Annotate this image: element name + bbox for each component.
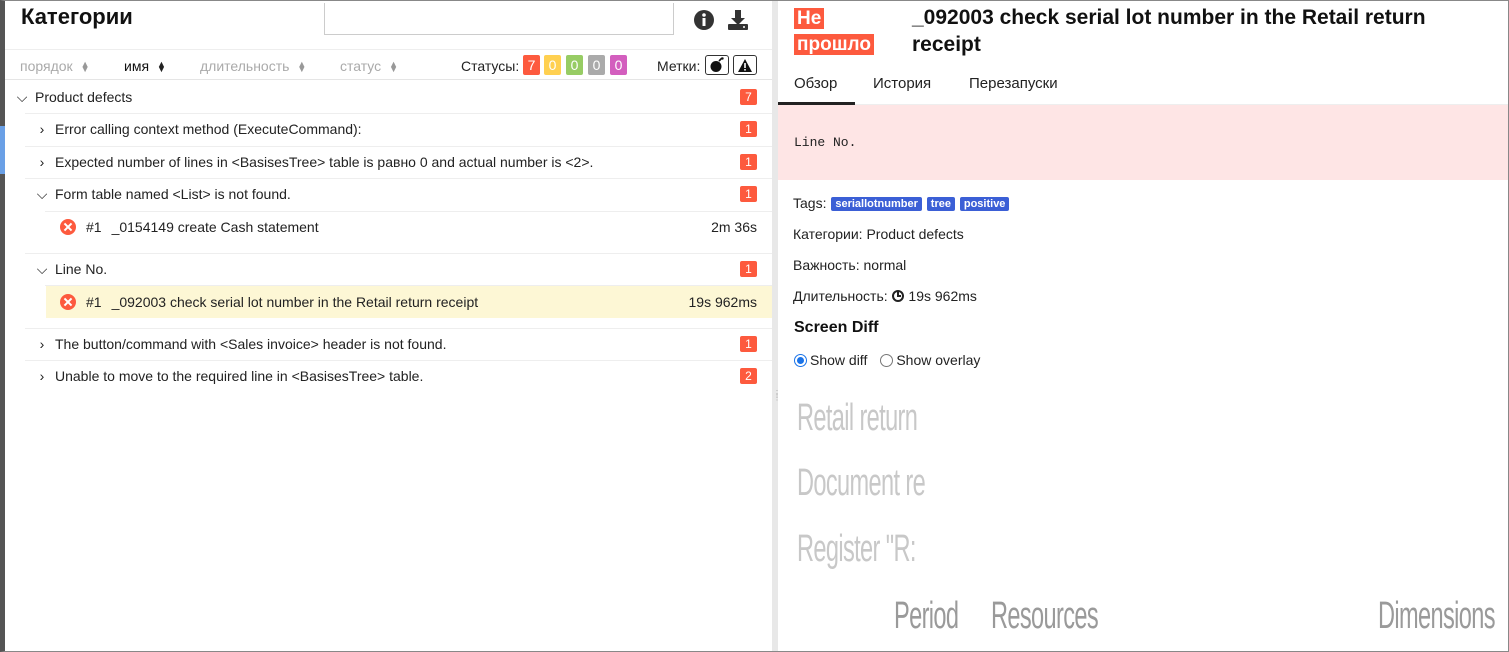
status-filter-skipped[interactable]: 0 — [588, 55, 605, 75]
tree-node-label: The button/command with <Sales invoice> … — [55, 336, 447, 352]
count-badge: 1 — [740, 186, 757, 202]
show-overlay-label[interactable]: Show overlay — [896, 352, 980, 368]
count-badge: 1 — [740, 261, 757, 277]
bomb-icon — [710, 57, 724, 72]
show-diff-radio[interactable] — [794, 353, 807, 367]
drag-handle-icon[interactable]: ⋮ ⋮ — [773, 390, 781, 422]
test-duration: 19s 962ms — [688, 294, 757, 310]
details-tabs: Обзор История Перезапуски — [778, 65, 1508, 105]
show-overlay-radio[interactable] — [880, 353, 894, 367]
mark-warning-button[interactable] — [733, 55, 757, 75]
failed-status-icon — [60, 294, 76, 310]
diff-image-text: Document re — [797, 462, 926, 504]
test-name: _0154149 create Cash statement — [111, 219, 319, 235]
clock-icon — [891, 290, 904, 302]
chevron-down-icon: ⌵ — [36, 185, 48, 202]
marks-label: Метки: — [657, 58, 701, 74]
category-line: Категории: Product defects — [793, 226, 964, 242]
test-details-pane: Не прошло _092003 check serial lot numbe… — [778, 1, 1508, 651]
sort-arrows-icon: ▲ ▼ — [80, 59, 90, 75]
tags-line: Tags: seriallotnumber tree positive — [793, 195, 1010, 211]
test-duration: 2m 36s — [711, 219, 757, 235]
mark-flaky-button[interactable] — [705, 55, 729, 75]
sort-duration[interactable]: длительность ▲ ▼ — [200, 58, 306, 74]
selection-indicator — [0, 126, 5, 174]
search-input[interactable] — [324, 3, 674, 35]
tree-root-product-defects[interactable]: ⌵ Product defects 7 — [13, 81, 772, 113]
count-badge: 1 — [740, 154, 757, 170]
sort-order[interactable]: порядок ▲ ▼ — [20, 58, 90, 74]
warning-icon — [738, 58, 752, 72]
sort-status[interactable]: статус ▲ ▼ — [340, 58, 398, 74]
show-diff-label[interactable]: Show diff — [810, 352, 867, 368]
test-number: #1 — [86, 294, 102, 310]
status-filter-broken[interactable]: 0 — [544, 55, 561, 75]
count-badge: 1 — [740, 336, 757, 352]
statuses-label: Статусы: — [461, 58, 520, 74]
test-title: _092003 check serial lot number in the R… — [912, 6, 1426, 56]
duration-label: Длительность: — [793, 288, 888, 304]
diff-image-text: Resources — [991, 595, 1099, 637]
page-title: Категории — [21, 4, 133, 29]
sort-bar: порядок ▲ ▼ имя ▲ ▼ длительность ▲ ▼ статус ▲ ▼ … — [5, 49, 772, 80]
tree-node-label: Form table named <List> is not found. — [55, 186, 291, 202]
tree-group[interactable]: › Expected number of lines in <BasisesTr… — [33, 146, 772, 178]
screen-diff-title: Screen Diff — [794, 319, 879, 336]
diff-image-text: Retail return — [797, 397, 918, 439]
tab-overview[interactable]: Обзор — [794, 75, 837, 92]
status-badge: Не прошло — [794, 6, 878, 58]
test-name: _092003 check serial lot number in the R… — [111, 294, 479, 310]
sort-name[interactable]: имя ▲ ▼ — [124, 58, 166, 74]
tag-badge: positive — [959, 197, 1010, 211]
chevron-down-icon: ⌵ — [36, 260, 48, 277]
test-result-row-selected[interactable]: #1 _092003 check serial lot number in th… — [46, 286, 772, 318]
tags-label: Tags: — [793, 195, 827, 211]
sort-arrows-icon: ▲ ▼ — [389, 59, 399, 75]
status-filter-failed[interactable]: 7 — [523, 55, 540, 75]
tag-badge: seriallotnumber — [831, 197, 922, 211]
sort-arrows-icon: ▲ ▼ — [297, 59, 307, 75]
count-badge: 7 — [740, 89, 757, 105]
status-filter-unknown[interactable]: 0 — [610, 55, 627, 75]
chevron-right-icon: › — [39, 121, 45, 137]
test-number: #1 — [86, 219, 102, 235]
error-message: Line No. — [794, 135, 857, 150]
tag-badge: tree — [926, 197, 955, 211]
count-badge: 1 — [740, 121, 757, 137]
tab-history[interactable]: История — [873, 75, 931, 92]
tree-group[interactable]: ⌵ Form table named <List> is not found. … — [33, 178, 772, 210]
diff-mode-selector: Show diff Show overlay — [794, 352, 980, 368]
diff-image-text: Register "R: — [797, 528, 916, 570]
failed-status-icon — [60, 219, 76, 235]
chevron-right-icon: › — [39, 154, 45, 170]
chevron-down-icon: ⌵ — [16, 88, 28, 105]
severity-line: Важность: normal — [793, 257, 907, 273]
tree-group[interactable]: ⌵ Line No. 1 — [33, 253, 772, 285]
tree-node-label: Line No. — [55, 261, 108, 277]
download-icon[interactable] — [727, 9, 749, 31]
tree-group[interactable]: › Unable to move to the required line in… — [33, 360, 772, 392]
chevron-right-icon: › — [39, 368, 45, 384]
diff-image-text: Period — [894, 595, 959, 637]
diff-image-text: Dimensions — [1378, 595, 1496, 637]
error-message-box: Line No. — [778, 105, 1508, 180]
info-icon[interactable] — [693, 9, 715, 31]
categories-header: Категории — [5, 1, 772, 49]
tree-group[interactable]: › Error calling context method (ExecuteC… — [33, 113, 772, 145]
status-filter-passed[interactable]: 0 — [566, 55, 583, 75]
tree-group[interactable]: › The button/command with <Sales invoice… — [33, 328, 772, 360]
tab-retries[interactable]: Перезапуски — [969, 75, 1058, 92]
tree-node-label: Expected number of lines in <BasisesTree… — [55, 154, 594, 170]
duration-line: Длительность: 19s 962ms — [793, 288, 977, 304]
tree-node-label: Error calling context method (ExecuteCom… — [55, 121, 362, 137]
chevron-right-icon: › — [39, 336, 45, 352]
tree-node-label: Unable to move to the required line in <… — [55, 368, 424, 384]
categories-pane: Категории порядок ▲ ▼ имя ▲ ▼ длительность ▲ ▼… — [0, 1, 772, 651]
tree-node-label: Product defects — [35, 89, 133, 105]
duration-value: 19s 962ms — [908, 288, 977, 304]
test-result-row[interactable]: #1 _0154149 create Cash statement 2m 36s — [60, 211, 772, 243]
sort-arrows-icon: ▲ ▼ — [157, 59, 166, 75]
count-badge: 2 — [740, 368, 757, 384]
